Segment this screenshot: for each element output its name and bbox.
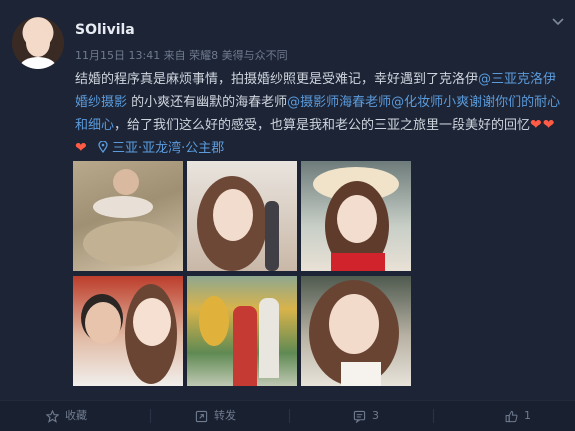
- photo-4[interactable]: [73, 276, 183, 386]
- avatar[interactable]: [12, 17, 64, 69]
- comment-count: 3: [372, 409, 379, 422]
- photo-5[interactable]: [187, 276, 297, 386]
- username[interactable]: SOlivila: [75, 22, 135, 38]
- repost-button[interactable]: 转发: [195, 401, 236, 431]
- location-link[interactable]: 三亚·亚龙湾·公主郡: [112, 141, 224, 156]
- comment-button[interactable]: 3: [353, 401, 379, 431]
- photo-5-woman: [233, 306, 257, 386]
- post-text-part1: 结婚的程序真是麻烦事情，拍摄婚纱照更是受难记，幸好遇到了克洛伊: [75, 72, 479, 87]
- like-icon: [505, 410, 518, 422]
- photo-2-face: [213, 189, 253, 241]
- photo-6[interactable]: [301, 276, 411, 386]
- divider: [150, 409, 151, 423]
- photo-5-man: [259, 298, 279, 378]
- repost-label: 转发: [214, 409, 236, 422]
- weibo-post-card: SOlivila 11月15日 13:41 来自 荣耀8 美得与众不同 结婚的程…: [0, 0, 575, 431]
- star-icon: [45, 409, 60, 423]
- like-count: 1: [524, 409, 531, 422]
- post-meta: 11月15日 13:41 来自 荣耀8 美得与众不同: [75, 49, 288, 62]
- favorite-button[interactable]: 收藏: [45, 401, 87, 431]
- photo-4-woman-face: [133, 298, 171, 346]
- photo-1[interactable]: [73, 161, 183, 271]
- post-text-part2: 的小爽还有幽默的海春老师: [127, 95, 288, 110]
- divider: [433, 409, 434, 423]
- photo-6-shirt: [341, 362, 381, 386]
- post-text: 结婚的程序真是麻烦事情，拍摄婚纱照更是受难记，幸好遇到了克洛伊@三亚克洛伊婚纱摄…: [75, 68, 567, 160]
- photo-1-subject: [113, 169, 139, 195]
- photo-3-face: [337, 195, 377, 243]
- photo-grid: [73, 161, 411, 387]
- action-bar: 收藏 转发 3 1: [0, 400, 575, 431]
- photo-1-sand: [83, 221, 178, 266]
- photo-6-face: [329, 294, 379, 354]
- post-text-part3: ，给了我们这么好的感受，也算是我和老公的三亚之旅里一段美好的回忆: [114, 118, 531, 133]
- repost-icon: [195, 410, 208, 422]
- photo-4-man-face: [85, 302, 121, 344]
- favorite-label: 收藏: [65, 409, 87, 422]
- chevron-down-icon[interactable]: [551, 17, 565, 27]
- avatar-face: [26, 29, 50, 57]
- mention-link-photographer[interactable]: @摄影师海春老师: [287, 95, 391, 110]
- photo-3-dress: [331, 253, 385, 271]
- photo-2[interactable]: [187, 161, 297, 271]
- photo-3[interactable]: [301, 161, 411, 271]
- comment-icon: [353, 410, 366, 424]
- like-button[interactable]: 1: [505, 401, 531, 431]
- divider: [289, 409, 290, 423]
- photo-5-statue: [199, 296, 229, 346]
- photo-2-bg-figure: [265, 201, 279, 271]
- photo-1-figure: [93, 196, 153, 218]
- location-pin-icon: [92, 140, 112, 156]
- avatar-shirt: [20, 57, 56, 69]
